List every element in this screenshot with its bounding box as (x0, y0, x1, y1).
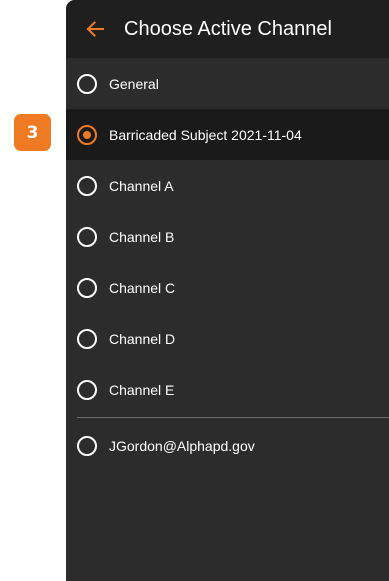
channel-label: Channel C (109, 279, 176, 296)
direct-contact-list: JGordon@Alphapd.gov (66, 420, 389, 471)
radio-button-icon (77, 379, 97, 400)
page-title: Choose Active Channel (124, 17, 332, 40)
step-number-badge: 3 (14, 114, 51, 151)
radio-button-icon (77, 328, 97, 349)
channel-label: Channel B (109, 228, 175, 245)
choose-channel-panel: Choose Active Channel General Barricaded… (66, 0, 389, 581)
back-arrow-icon[interactable] (84, 18, 106, 40)
channel-option-channel-a[interactable]: Channel A (66, 160, 389, 211)
app-header: Choose Active Channel (66, 0, 389, 58)
channel-label: Channel D (109, 330, 176, 347)
channel-label: Barricaded Subject 2021-11-04 (109, 126, 302, 143)
channel-list: General Barricaded Subject 2021-11-04 Ch… (66, 58, 389, 415)
channel-label: Channel E (109, 381, 175, 398)
radio-button-selected-icon (77, 124, 97, 145)
radio-button-icon (77, 73, 97, 94)
radio-button-icon (77, 175, 97, 196)
channel-option-channel-d[interactable]: Channel D (66, 313, 389, 364)
list-divider (77, 417, 389, 418)
channel-label: JGordon@Alphapd.gov (109, 437, 255, 454)
channel-option-barricaded-subject[interactable]: Barricaded Subject 2021-11-04 (66, 109, 389, 160)
channel-option-channel-b[interactable]: Channel B (66, 211, 389, 262)
channel-option-jgordon[interactable]: JGordon@Alphapd.gov (66, 420, 389, 471)
radio-button-icon (77, 435, 97, 456)
radio-button-icon (77, 277, 97, 298)
channel-option-general[interactable]: General (66, 58, 389, 109)
radio-button-icon (77, 226, 97, 247)
channel-label: Channel A (109, 177, 174, 194)
channel-label: General (109, 75, 159, 92)
channel-option-channel-e[interactable]: Channel E (66, 364, 389, 415)
channel-option-channel-c[interactable]: Channel C (66, 262, 389, 313)
